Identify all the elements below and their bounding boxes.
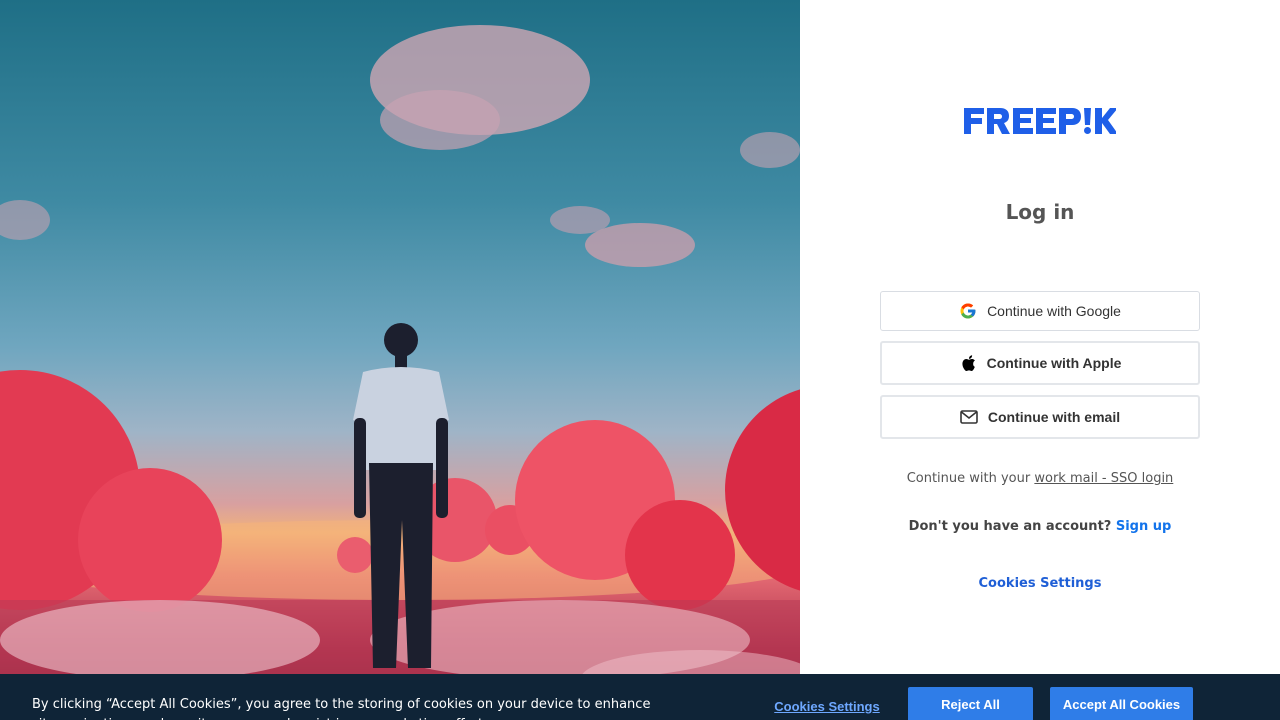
cookies-settings-link[interactable]: Cookies Settings — [800, 576, 1280, 591]
signup-prefix: Don't you have an account? — [908, 519, 1112, 534]
accept-all-label: Accept All Cookies — [1062, 696, 1181, 712]
continue-with-google-button[interactable]: Continue with Google — [880, 291, 1200, 331]
login-panel: Log in Continue with Google Continue wit… — [800, 0, 1280, 720]
continue-with-email-button[interactable]: Continue with email — [880, 395, 1200, 439]
sign-up-link[interactable]: Sign up — [1116, 519, 1171, 534]
google-icon — [959, 302, 977, 320]
sso-prefix: Continue with your — [906, 471, 1035, 486]
cookie-consent-banner: By clicking “Accept All Cookies”, you ag… — [0, 674, 1280, 720]
page-title: Log in — [1005, 200, 1075, 224]
apple-icon — [959, 354, 977, 372]
sso-login-text: Continue with your work mail - SSO login — [800, 471, 1280, 486]
freepik-logo — [964, 108, 1116, 134]
signup-prompt: Don't you have an account? Sign up — [800, 519, 1280, 534]
continue-with-apple-button[interactable]: Continue with Apple — [880, 341, 1200, 385]
hero-illustration — [0, 25, 800, 720]
cookie-settings-button[interactable]: Cookies Settings — [760, 699, 894, 714]
cookie-banner-text: By clicking “Accept All Cookies”, you ag… — [32, 697, 651, 720]
reject-all-button[interactable]: Reject All — [908, 687, 1033, 720]
hero-image — [0, 0, 800, 720]
accept-all-cookies-button[interactable]: Accept All Cookies — [1050, 687, 1193, 720]
apple-button-label: Continue with Apple — [986, 355, 1122, 371]
sso-login-link[interactable]: work mail - SSO login — [1034, 471, 1173, 486]
mail-icon — [960, 408, 978, 426]
google-button-label: Continue with Google — [987, 303, 1121, 319]
email-button-label: Continue with email — [987, 409, 1121, 425]
reject-all-label: Reject All — [941, 696, 1000, 712]
